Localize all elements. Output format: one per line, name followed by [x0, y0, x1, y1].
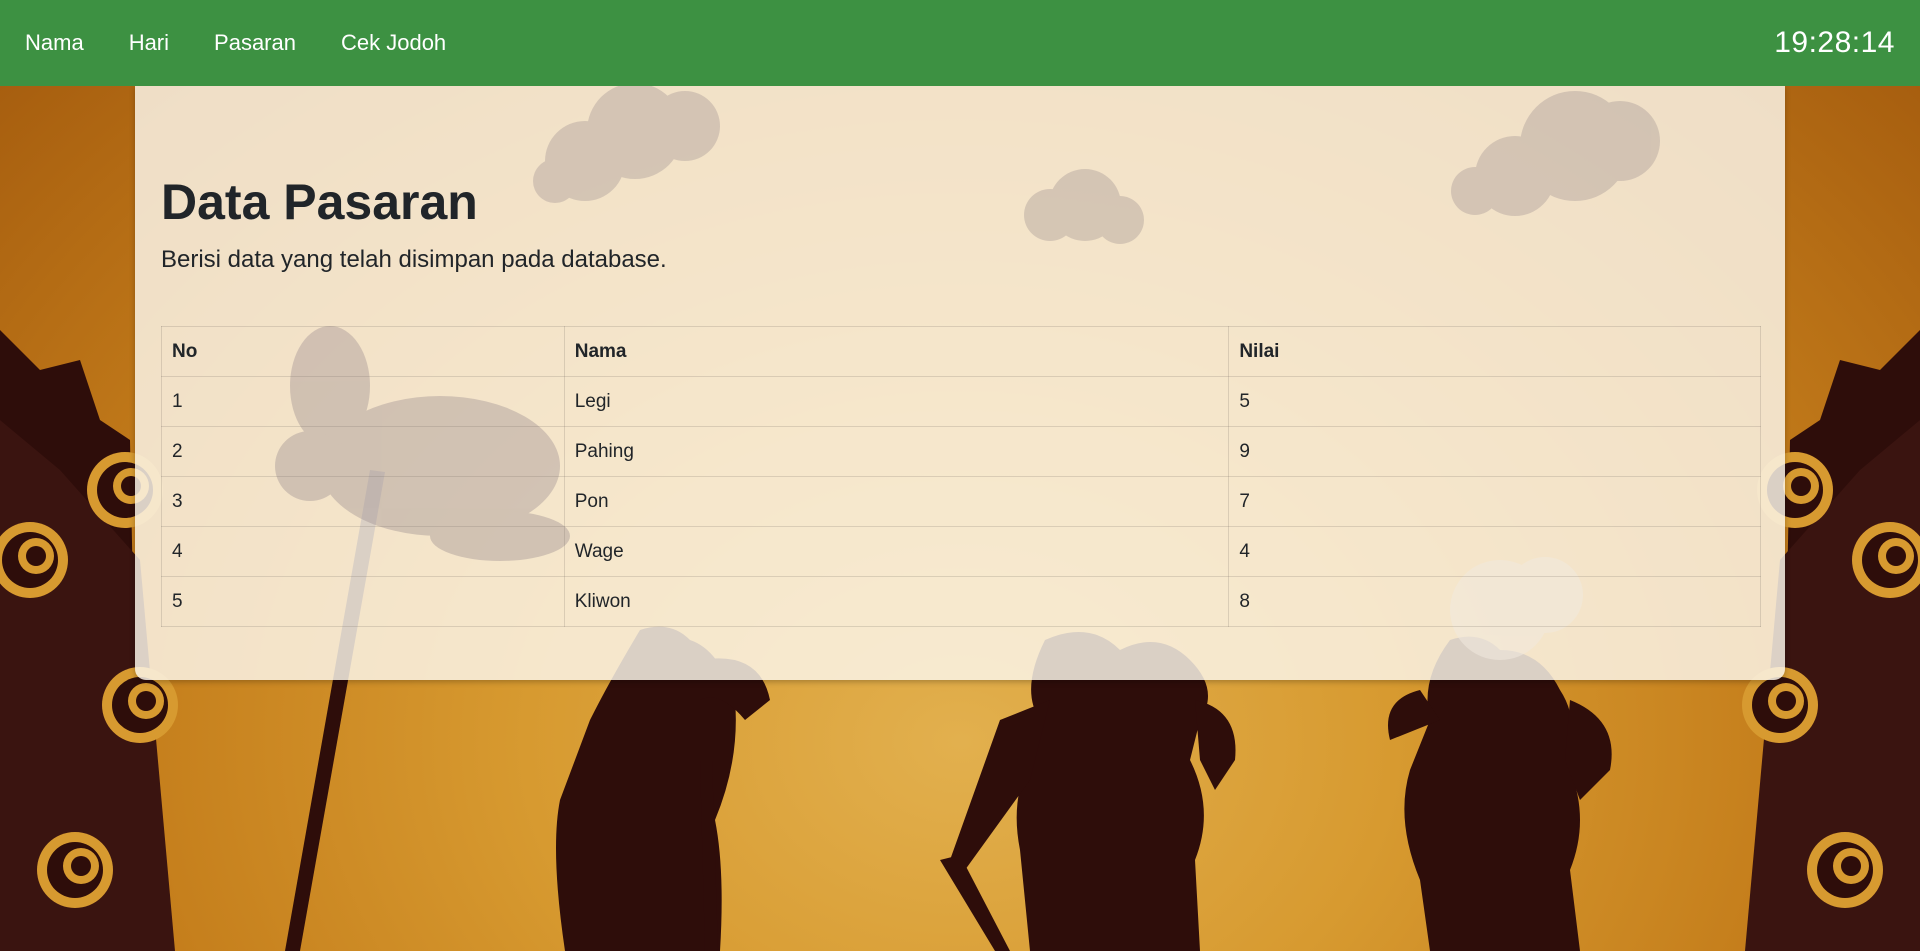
cell-nama: Legi [563, 376, 1230, 427]
page-title: Data Pasaran [161, 174, 478, 230]
cell-nama: Kliwon [563, 576, 1230, 627]
cell-no: 1 [161, 376, 565, 427]
cell-no: 5 [161, 576, 565, 627]
header-nilai: Nilai [1228, 326, 1761, 377]
header-nama: Nama [563, 326, 1230, 377]
table-row: 1 Legi 5 [161, 376, 1761, 427]
nav-link-pasaran[interactable]: Pasaran [214, 30, 296, 56]
table-header-row: No Nama Nilai [161, 326, 1761, 377]
cell-nilai: 9 [1228, 426, 1761, 477]
pasaran-table: No Nama Nilai 1 Legi 5 2 Pahing 9 3 Pon … [161, 326, 1761, 627]
table-row: 2 Pahing 9 [161, 426, 1761, 477]
page-subtitle: Berisi data yang telah disimpan pada dat… [161, 246, 667, 273]
nav-link-cek-jodoh[interactable]: Cek Jodoh [341, 30, 446, 56]
cell-nilai: 7 [1228, 476, 1761, 527]
cell-nilai: 4 [1228, 526, 1761, 577]
cell-nilai: 5 [1228, 376, 1761, 427]
cell-no: 2 [161, 426, 565, 477]
cell-nilai: 8 [1228, 576, 1761, 627]
top-navbar: Nama Hari Pasaran Cek Jodoh 19:28:14 [0, 0, 1920, 86]
cell-no: 3 [161, 476, 565, 527]
table-row: 4 Wage 4 [161, 526, 1761, 577]
clock-display: 19:28:14 [1774, 26, 1895, 59]
content-card: Data Pasaran Berisi data yang telah disi… [135, 86, 1785, 680]
nav-links: Nama Hari Pasaran Cek Jodoh [0, 0, 491, 86]
card-content: Data Pasaran Berisi data yang telah disi… [161, 174, 1761, 627]
nav-link-hari[interactable]: Hari [129, 30, 169, 56]
cell-nama: Pahing [563, 426, 1230, 477]
nav-link-nama[interactable]: Nama [25, 30, 84, 56]
cell-nama: Wage [563, 526, 1230, 577]
cell-nama: Pon [563, 476, 1230, 527]
table-row: 5 Kliwon 8 [161, 576, 1761, 627]
cell-no: 4 [161, 526, 565, 577]
header-no: No [161, 326, 565, 377]
table-row: 3 Pon 7 [161, 476, 1761, 527]
